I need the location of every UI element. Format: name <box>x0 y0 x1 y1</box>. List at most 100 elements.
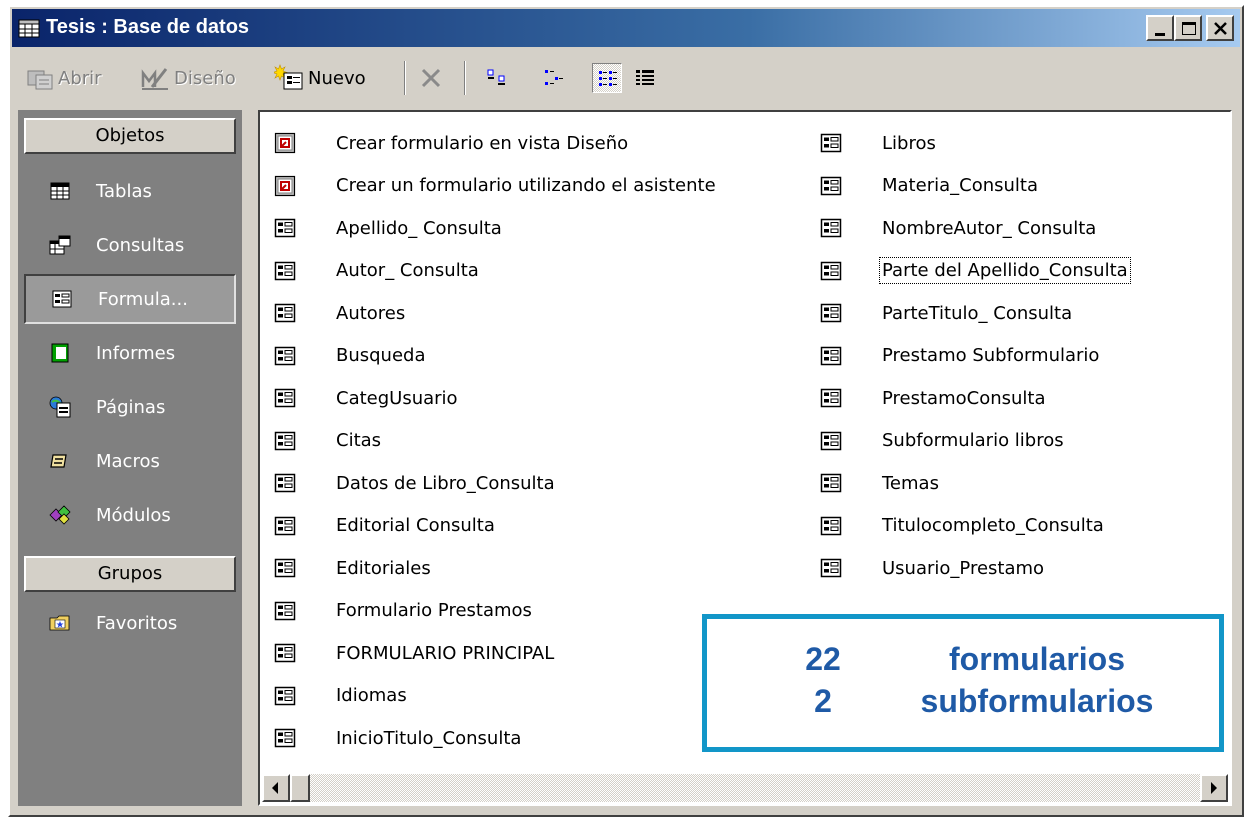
list-item-label: Usuario_Prestamo <box>882 557 1045 579</box>
new-button[interactable]: Nuevo <box>274 61 366 95</box>
list-item-label: Materia_Consulta <box>882 175 1038 196</box>
sidebar-item-label: Informes <box>96 342 176 364</box>
list-item[interactable]: Formulario Prestamos <box>274 594 532 628</box>
sidebar-item-label: Formula... <box>98 288 188 310</box>
list-item[interactable]: Busqueda <box>274 339 426 373</box>
list-item[interactable]: ParteTitulo_ Consulta <box>820 296 1072 330</box>
table-icon <box>50 182 70 200</box>
sidebar-item-paginas[interactable]: Páginas <box>24 382 236 432</box>
list-item-label: Autor_ Consulta <box>336 260 479 281</box>
list-item[interactable]: Titulocompleto_Consulta <box>820 509 1104 543</box>
list-item[interactable]: Editoriales <box>274 551 431 585</box>
design-button[interactable]: Diseño <box>140 61 236 95</box>
details-view-icon <box>636 70 654 85</box>
sidebar-item-favoritos[interactable]: Favoritos <box>24 598 236 648</box>
list-item-label: FORMULARIO PRINCIPAL <box>336 642 555 664</box>
sidebar-item-modulos[interactable]: Módulos <box>24 490 236 540</box>
form-icon <box>820 303 842 323</box>
list-item-label: Editorial Consulta <box>336 515 495 536</box>
database-window-icon <box>18 19 40 38</box>
list-item-label: Idiomas <box>336 685 407 706</box>
list-item[interactable]: PrestamoConsulta <box>820 381 1046 415</box>
list-item[interactable]: Crear un formulario utilizando el asiste… <box>274 169 716 203</box>
list-item-label: Temas <box>882 472 939 494</box>
form-icon <box>274 473 296 493</box>
scroll-right-button[interactable] <box>1200 774 1228 802</box>
list-item[interactable]: NombreAutor_ Consulta <box>820 211 1096 245</box>
list-item[interactable]: Editorial Consulta <box>274 509 495 543</box>
list-item-label: Citas <box>336 430 382 451</box>
close-button[interactable] <box>1206 15 1234 41</box>
form-icon <box>274 601 296 620</box>
horizontal-scrollbar[interactable] <box>262 774 1228 802</box>
sidebar-item-tablas[interactable]: Tablas <box>24 166 236 216</box>
delete-button[interactable] <box>418 61 444 95</box>
objects-header-button[interactable]: Objetos <box>24 118 236 154</box>
open-form-icon <box>27 70 53 90</box>
small-icons-view-button[interactable] <box>538 63 568 93</box>
form-icon <box>274 261 296 280</box>
list-item[interactable]: Apellido_ Consulta <box>274 211 502 245</box>
list-item[interactable]: Autores <box>274 296 405 330</box>
list-item[interactable]: InicioTitulo_Consulta <box>274 721 521 755</box>
maximize-button[interactable] <box>1174 15 1202 41</box>
form-icon <box>274 388 296 408</box>
large-icons-view-button[interactable] <box>482 63 512 93</box>
maximize-icon <box>1182 22 1196 35</box>
module-icon <box>49 505 71 525</box>
sidebar-item-informes[interactable]: Informes <box>24 328 236 378</box>
list-item[interactable]: Temas <box>820 466 939 500</box>
form-icon <box>820 261 842 280</box>
list-item[interactable]: Datos de Libro_Consulta <box>274 466 555 500</box>
list-item[interactable]: Usuario_Prestamo <box>820 551 1044 585</box>
form-icon <box>274 431 296 450</box>
list-item-label: Autores <box>336 302 406 324</box>
list-item-label: Prestamo Subformulario <box>882 345 1100 366</box>
list-item-label: Crear formulario en vista Diseño <box>336 132 629 154</box>
list-item[interactable]: Autor_ Consulta <box>274 254 479 288</box>
close-icon <box>1214 22 1227 35</box>
list-item[interactable]: Parte del Apellido_Consulta <box>820 254 1131 288</box>
form-icon <box>820 176 842 195</box>
wizard-icon <box>274 175 296 196</box>
scroll-thumb[interactable] <box>290 774 310 802</box>
list-item[interactable]: Crear formulario en vista Diseño <box>274 126 628 160</box>
list-item[interactable]: Subformulario libros <box>820 424 1064 458</box>
list-item-label: Busqueda <box>336 345 426 366</box>
scroll-left-button[interactable] <box>262 774 290 802</box>
list-item-label: Subformulario libros <box>882 430 1064 451</box>
design-label: Diseño <box>174 67 236 89</box>
minimize-button[interactable] <box>1146 15 1174 41</box>
sidebar-item-label: Tablas <box>96 180 152 202</box>
new-label: Nuevo <box>308 67 366 89</box>
form-icon <box>274 346 296 365</box>
list-item[interactable]: CategUsuario <box>274 381 458 415</box>
list-item[interactable]: Materia_Consulta <box>820 169 1038 203</box>
small-icons-view-icon <box>545 70 563 85</box>
form-icon <box>274 218 296 238</box>
form-icon <box>820 388 842 408</box>
title-bar[interactable]: Tesis : Base de datos <box>12 9 1240 47</box>
form-icon <box>52 290 72 308</box>
list-item-label: ParteTitulo_ Consulta <box>882 302 1073 324</box>
sidebar-item-formularios[interactable]: Formula... <box>24 274 236 324</box>
open-button[interactable]: Abrir <box>26 61 102 95</box>
list-item[interactable]: Idiomas <box>274 679 407 713</box>
subforms-label: subformularios <box>920 683 1154 719</box>
list-item-label: InicioTitulo_Consulta <box>336 727 522 749</box>
details-view-button[interactable] <box>630 63 660 93</box>
list-item-label: NombreAutor_ Consulta <box>882 217 1097 239</box>
list-view-button[interactable] <box>592 63 622 93</box>
form-icon <box>820 558 842 578</box>
favorites-folder-icon <box>49 615 70 631</box>
sidebar-item-macros[interactable]: Macros <box>24 436 236 486</box>
list-item[interactable]: Libros <box>820 126 936 160</box>
minimize-icon <box>1155 33 1165 36</box>
sidebar-item-consultas[interactable]: Consultas <box>24 220 236 270</box>
form-icon <box>820 431 842 450</box>
groups-header-button[interactable]: Grupos <box>24 556 236 592</box>
list-item[interactable]: FORMULARIO PRINCIPAL <box>274 636 554 670</box>
list-item[interactable]: Citas <box>274 424 381 458</box>
list-item[interactable]: Prestamo Subformulario <box>820 339 1099 373</box>
form-icon <box>820 516 842 535</box>
